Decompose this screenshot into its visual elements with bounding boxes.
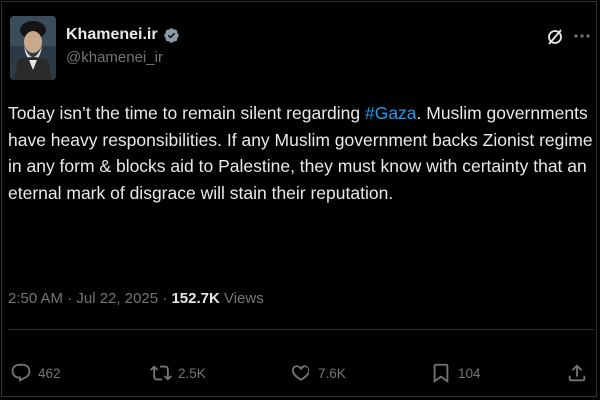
tweet-text-start: Today isn’t the time to remain silent re… [8, 103, 365, 123]
action-bar: 462 2.5K 7.6K 104 [10, 360, 590, 386]
tweet-text: Today isn’t the time to remain silent re… [8, 100, 594, 206]
reply-icon [10, 362, 32, 384]
reply-count: 462 [38, 365, 61, 381]
tweet-card: Khamenei.ir @khamenei_ir Today isn’t the… [1, 1, 597, 397]
like-count: 7.6K [318, 365, 346, 381]
heart-icon [290, 362, 312, 384]
tweet-timestamp[interactable]: 2:50 AM · Jul 22, 2025 · [8, 290, 171, 307]
author-display-name[interactable]: Khamenei.ir [66, 26, 158, 44]
share-icon [566, 362, 588, 384]
verified-badge-icon[interactable] [163, 27, 180, 44]
tweet-meta: 2:50 AM · Jul 22, 2025 · 152.7K Views [8, 290, 264, 307]
views-count[interactable]: 152.7K [171, 290, 219, 307]
like-button[interactable]: 7.6K [290, 360, 346, 386]
tweet-header: Khamenei.ir @khamenei_ir [10, 16, 594, 86]
author-name-row: Khamenei.ir [66, 24, 180, 46]
divider [8, 329, 594, 330]
avatar[interactable] [10, 16, 56, 80]
avatar-image [10, 16, 56, 80]
grok-icon[interactable] [546, 28, 564, 46]
bookmark-button[interactable]: 104 [430, 360, 481, 386]
more-options-icon[interactable] [572, 26, 592, 46]
reply-button[interactable]: 462 [10, 360, 61, 386]
views-label: Views [219, 290, 264, 307]
repost-count: 2.5K [178, 365, 206, 381]
author-handle[interactable]: @khamenei_ir [66, 49, 163, 66]
share-button[interactable] [566, 360, 588, 386]
bookmark-icon [430, 362, 452, 384]
bookmark-count: 104 [458, 365, 481, 381]
repost-button[interactable]: 2.5K [150, 360, 206, 386]
repost-icon [150, 362, 172, 384]
hashtag-link[interactable]: #Gaza [365, 103, 417, 123]
